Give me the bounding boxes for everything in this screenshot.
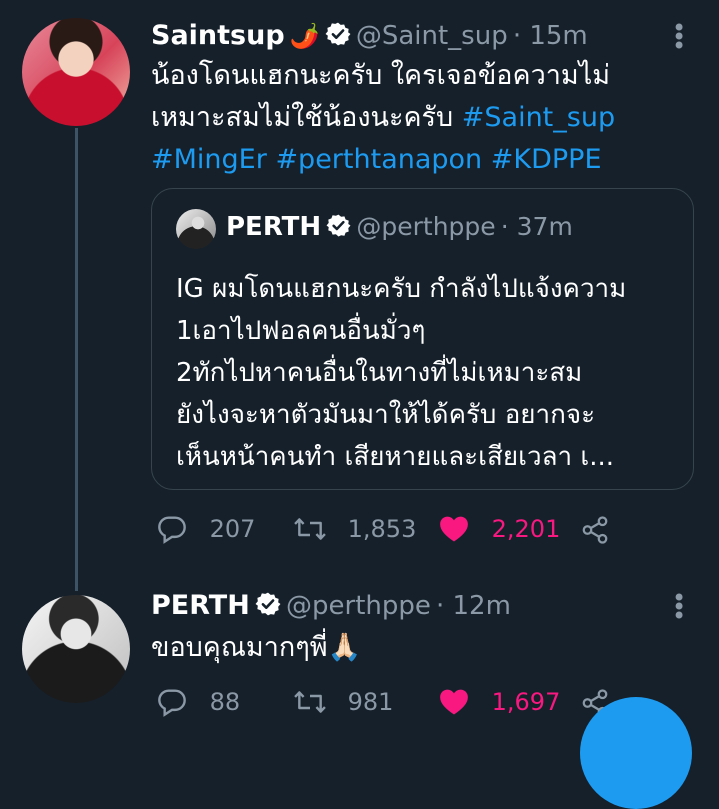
tweet1-handle[interactable]: @Saint_sup <box>356 21 508 51</box>
tweet2-retweet-count: 981 <box>347 688 394 716</box>
tweet1-reply-button[interactable]: 207 <box>156 513 255 545</box>
tweet1-timestamp[interactable]: · 15m <box>513 21 588 51</box>
tweet1-like-count: 2,201 <box>491 515 561 543</box>
tweet1-text-line2: เหมาะสมไม่ใช้น้องนะครับ <box>151 102 454 133</box>
quoted-tweet-timestamp: · 37m <box>500 212 573 241</box>
retweet-icon <box>294 691 326 713</box>
heart-filled-icon <box>440 689 468 715</box>
tweet1-author-name[interactable]: Saintsup <box>151 20 285 51</box>
quoted-tweet-author-name: PERTH <box>226 212 322 242</box>
tweet1-retweet-button[interactable]: 1,853 <box>292 513 416 545</box>
quoted-tweet-avatar <box>176 209 216 249</box>
tweet1-more-icon[interactable]: • • • <box>672 16 686 58</box>
share-icon <box>582 516 608 544</box>
tweet1-header: Saintsup 🌶️ @Saint_sup · 15m <box>151 20 588 51</box>
tweet2-handle[interactable]: @perthppe <box>286 591 431 621</box>
tweet2-like-button[interactable]: 1,697 <box>438 686 560 718</box>
quoted-tweet-line: เห็นหน้าคนทำ เสียหายและเสียเวลา เ... <box>176 442 615 472</box>
hashtag-link[interactable]: #Saint_sup <box>462 102 615 133</box>
quoted-tweet-line: 1เอาไปฟอลคนอื่นมั่วๆ <box>176 316 426 346</box>
tweet2-header: PERTH @perthppe · 12m <box>151 590 511 621</box>
tweet2-reply-button[interactable]: 88 <box>156 686 240 718</box>
tweet1-share-button[interactable] <box>580 515 610 549</box>
tweet1-text: น้องโดนแฮกนะครับ ใครเจอข้อความไม่ เหมาะส… <box>151 55 671 181</box>
hashtag-link[interactable]: #MingEr <box>151 144 267 175</box>
tweet2-like-count: 1,697 <box>491 688 561 716</box>
reply-icon <box>158 516 186 544</box>
tweet2-more-icon[interactable]: • • • <box>672 586 686 628</box>
tweet2-text: ขอบคุณมากๆพี่🙏🏻 <box>151 632 362 663</box>
hashtag-link[interactable]: #perthtanapon <box>275 144 482 175</box>
quoted-tweet-line: ยังไงจะหาตัวมันมาให้ได้ครับ อยากจะ <box>176 400 596 430</box>
quoted-tweet-header: PERTH @perthppe · 37m <box>226 212 573 242</box>
quoted-tweet-text: IG ผมโดนแฮกนะครับ กำลังไปแจ้งความ 1เอาไป… <box>176 268 676 478</box>
avatar-saintsup[interactable] <box>22 18 130 126</box>
quoted-tweet-handle: @perthppe <box>356 212 496 241</box>
retweet-icon <box>294 518 326 540</box>
verified-badge-icon <box>326 214 351 237</box>
reply-icon <box>158 689 186 717</box>
tweet1-reply-count: 207 <box>209 515 256 543</box>
tweet2-reply-count: 88 <box>209 688 241 716</box>
verified-badge-icon <box>255 592 281 616</box>
tweet1-text-line1: น้องโดนแฮกนะครับ ใครเจอข้อความไม่ <box>151 60 611 91</box>
avatar-perth[interactable] <box>22 595 130 703</box>
quoted-tweet-line: 2ทักไปหาคนอื่นในทางที่ไม่เหมาะสม <box>176 358 583 388</box>
tweet2-author-name[interactable]: PERTH <box>151 590 250 621</box>
quoted-tweet-line: IG ผมโดนแฮกนะครับ กำลังไปแจ้งความ <box>176 274 627 304</box>
tweet2-timestamp[interactable]: · 12m <box>436 591 511 621</box>
verified-badge-icon <box>325 22 351 46</box>
tweet1-retweet-count: 1,853 <box>347 515 417 543</box>
tweet1-like-button[interactable]: 2,201 <box>438 513 560 545</box>
tweet2-retweet-button[interactable]: 981 <box>292 686 393 718</box>
compose-tweet-button[interactable] <box>580 697 692 809</box>
tweet1-author-emoji: 🌶️ <box>289 22 320 50</box>
heart-filled-icon <box>440 516 468 542</box>
thread-line <box>75 128 78 591</box>
hashtag-link[interactable]: #KDPPE <box>491 144 602 175</box>
